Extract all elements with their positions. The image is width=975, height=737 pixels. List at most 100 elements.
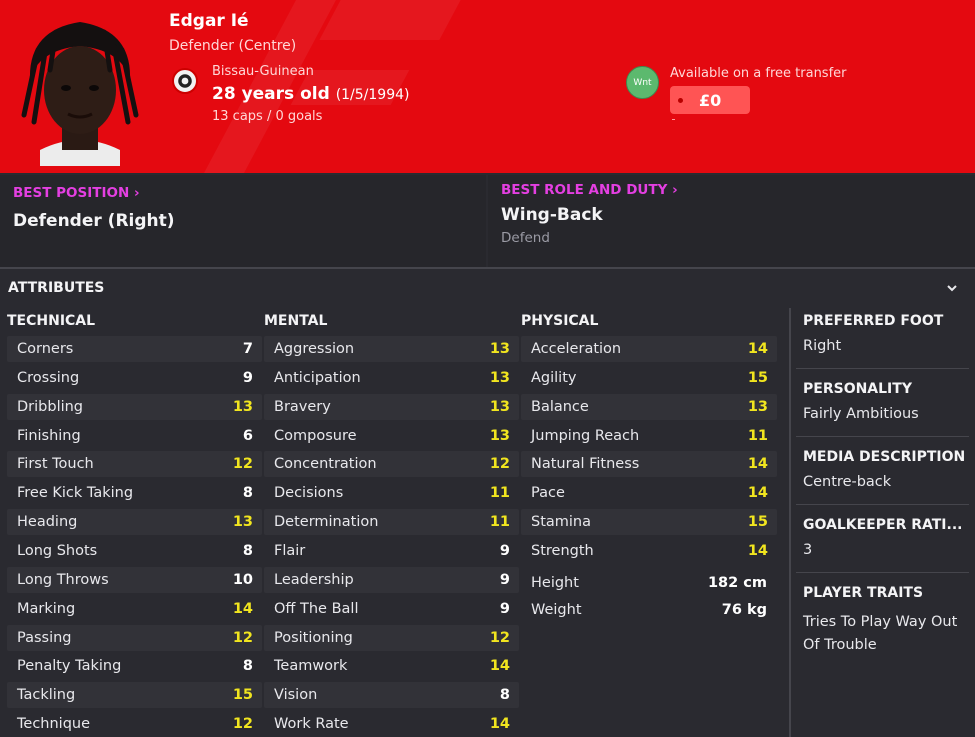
attribute-row[interactable]: Long Throws 10 <box>7 566 262 593</box>
attribute-label: Concentration <box>274 456 377 473</box>
attribute-row[interactable]: Natural Fitness 14 <box>521 451 777 478</box>
best-position-heading[interactable]: BEST POSITION › <box>13 185 140 201</box>
goalkeeper-rating-title: GOALKEEPER RATI... <box>803 517 963 533</box>
attribute-value: 13 <box>232 514 253 531</box>
chevron-right-icon: › <box>672 182 678 198</box>
attribute-value: 14 <box>489 658 510 675</box>
attribute-value: 9 <box>499 542 510 559</box>
best-position-heading-label: BEST POSITION <box>13 185 130 201</box>
price-tag[interactable]: £0 <box>670 86 750 114</box>
attribute-value: 14 <box>747 341 768 357</box>
player-traits-title: PLAYER TRAITS <box>803 585 924 601</box>
attribute-value: 9 <box>499 600 510 617</box>
attribute-row[interactable]: Strength 14 <box>521 538 777 564</box>
attribute-row[interactable]: Pace 14 <box>521 480 777 506</box>
attribute-row[interactable]: Leadership 9 <box>264 566 519 593</box>
attribute-value: 12 <box>232 716 253 733</box>
attribute-label: Composure <box>274 427 357 444</box>
best-role-value: Wing-Back <box>501 205 603 225</box>
attribute-row[interactable]: Decisions 11 <box>264 480 519 506</box>
attribute-value: 15 <box>747 369 768 386</box>
attribute-row[interactable]: First Touch 12 <box>7 451 262 478</box>
best-role-heading[interactable]: BEST ROLE AND DUTY › <box>501 182 678 198</box>
attribute-value: 14 <box>489 716 510 733</box>
attribute-row[interactable]: Agility 15 <box>521 365 777 391</box>
attribute-label: Long Shots <box>17 542 98 559</box>
best-position-panel: BEST POSITION › Defender (Right) <box>0 175 486 267</box>
attribute-row[interactable]: Finishing 6 <box>7 423 262 449</box>
attribute-row[interactable]: Jumping Reach 11 <box>521 423 777 449</box>
media-description-title: MEDIA DESCRIPTION <box>803 449 966 465</box>
attribute-label: Free Kick Taking <box>17 485 134 502</box>
player-trait-2: Of Trouble <box>803 637 877 653</box>
attribute-row[interactable]: Long Shots 8 <box>7 538 262 564</box>
player-caps: 13 caps / 0 goals <box>212 109 323 124</box>
attribute-row[interactable]: Corners 7 <box>7 336 262 362</box>
attribute-label: Determination <box>274 514 379 531</box>
attribute-row[interactable]: Off The Ball 9 <box>264 596 519 622</box>
attribute-row[interactable]: Vision 8 <box>264 682 519 709</box>
chevron-down-icon[interactable] <box>944 280 960 296</box>
attribute-value: 11 <box>489 514 510 531</box>
attribute-row[interactable]: Stamina 15 <box>521 509 777 536</box>
attribute-label: Teamwork <box>274 658 348 675</box>
attribute-row[interactable]: Penalty Taking 8 <box>7 653 262 679</box>
chevron-right-icon: › <box>133 185 140 201</box>
attribute-value: 13 <box>489 427 510 444</box>
mental-title: MENTAL <box>264 313 328 329</box>
attribute-row[interactable]: Teamwork 14 <box>264 653 519 679</box>
player-nationality: Bissau-Guinean <box>212 64 314 79</box>
attribute-row[interactable]: Crossing 9 <box>7 365 262 391</box>
attribute-row[interactable]: Work Rate 14 <box>264 711 519 737</box>
attribute-label: Acceleration <box>531 341 622 357</box>
attribute-label: Tackling <box>17 687 76 704</box>
attribute-row[interactable]: Anticipation 13 <box>264 365 519 391</box>
attribute-label: Agility <box>531 369 577 386</box>
attribute-value: 14 <box>747 456 768 473</box>
player-avatar <box>10 10 150 166</box>
attribute-label: Heading <box>17 514 78 531</box>
attribute-value: 7 <box>242 341 253 357</box>
height-label: Height <box>531 575 579 591</box>
attribute-label: Passing <box>17 629 72 646</box>
attribute-row[interactable]: Concentration 12 <box>264 451 519 478</box>
attribute-label: Positioning <box>274 629 353 646</box>
attribute-row[interactable]: Acceleration 14 <box>521 336 777 362</box>
wanted-badge[interactable]: Wnt <box>626 66 659 99</box>
attribute-row[interactable]: Flair 9 <box>264 538 519 564</box>
attribute-label: Natural Fitness <box>531 456 640 473</box>
attribute-value: 8 <box>242 658 253 675</box>
attribute-label: Leadership <box>274 571 354 588</box>
attribute-row[interactable]: Tackling 15 <box>7 682 262 709</box>
attribute-row[interactable]: Positioning 12 <box>264 624 519 651</box>
transfer-status: Available on a free transfer <box>670 66 847 81</box>
attribute-row[interactable]: Technique 12 <box>7 711 262 737</box>
attribute-row[interactable]: Composure 13 <box>264 423 519 449</box>
player-name: Edgar Ié <box>169 11 249 31</box>
attribute-row[interactable]: Dribbling 13 <box>7 393 262 420</box>
preferred-foot-value: Right <box>803 338 842 354</box>
best-role-heading-label: BEST ROLE AND DUTY <box>501 182 668 198</box>
attribute-row[interactable]: Free Kick Taking 8 <box>7 480 262 506</box>
attribute-row[interactable]: Passing 12 <box>7 624 262 651</box>
attribute-row[interactable]: Determination 11 <box>264 509 519 536</box>
attribute-value: 9 <box>242 369 253 386</box>
attribute-value: 14 <box>747 485 768 502</box>
height-row: Height 182 cm <box>521 570 777 596</box>
attribute-label: Balance <box>531 398 589 415</box>
player-trait-1: Tries To Play Way Out <box>803 614 958 630</box>
divider <box>796 504 969 505</box>
attribute-row[interactable]: Aggression 13 <box>264 336 519 362</box>
attribute-row[interactable]: Bravery 13 <box>264 393 519 420</box>
attribute-label: Jumping Reach <box>531 427 640 444</box>
attribute-row[interactable]: Balance 13 <box>521 393 777 420</box>
player-header: Edgar Ié Defender (Centre) Bissau-Guinea… <box>0 0 975 173</box>
media-description-value: Centre-back <box>803 474 892 490</box>
goalkeeper-rating-value: 3 <box>803 542 813 558</box>
attribute-row[interactable]: Marking 14 <box>7 596 262 622</box>
attribute-label: Long Throws <box>17 571 109 588</box>
personality-value: Fairly Ambitious <box>803 406 919 422</box>
attribute-row[interactable]: Heading 13 <box>7 509 262 536</box>
attribute-label: Flair <box>274 542 306 559</box>
attribute-value: 8 <box>499 687 510 704</box>
